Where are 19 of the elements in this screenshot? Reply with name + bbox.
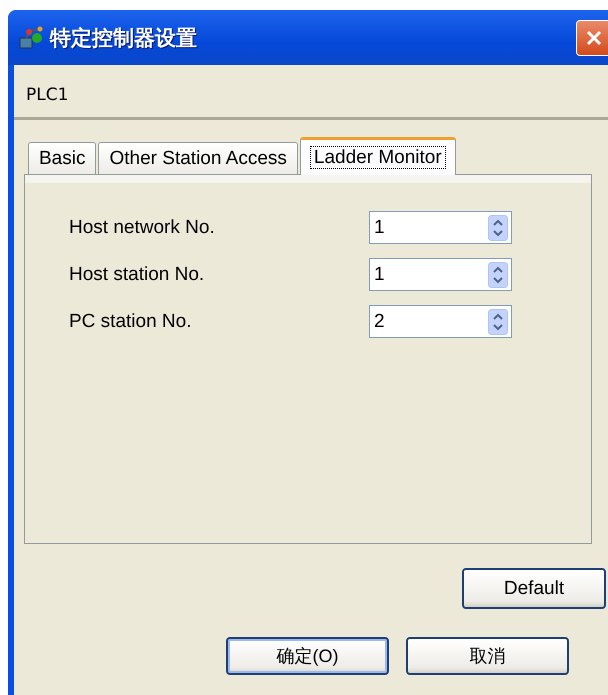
default-button[interactable]: Default [462, 568, 606, 609]
tab[interactable]: Other Station Access [98, 142, 298, 174]
spin-field[interactable]: 2 [369, 305, 512, 338]
device-name: PLC1 [25, 84, 70, 107]
spin-field[interactable]: 1 [369, 258, 512, 291]
spin-field[interactable]: 1 [369, 211, 512, 244]
field-label: PC station No. [69, 310, 192, 332]
tab[interactable]: Basic [28, 142, 96, 174]
spin-arrows-icon[interactable] [488, 308, 508, 334]
dialog-button[interactable]: 取消 [406, 637, 569, 675]
window-title: 特定控制器设置 [50, 24, 197, 52]
spin-arrows-icon[interactable] [488, 262, 508, 288]
dialog-button[interactable]: 确定(O) [226, 637, 389, 675]
field-label: Host network No. [69, 216, 216, 238]
spin-arrows-icon[interactable] [488, 214, 508, 240]
field-label: Host station No. [69, 264, 206, 286]
network-nodes-icon [18, 26, 44, 50]
close-button[interactable] [576, 20, 608, 56]
tab[interactable]: Ladder Monitor [300, 137, 456, 175]
